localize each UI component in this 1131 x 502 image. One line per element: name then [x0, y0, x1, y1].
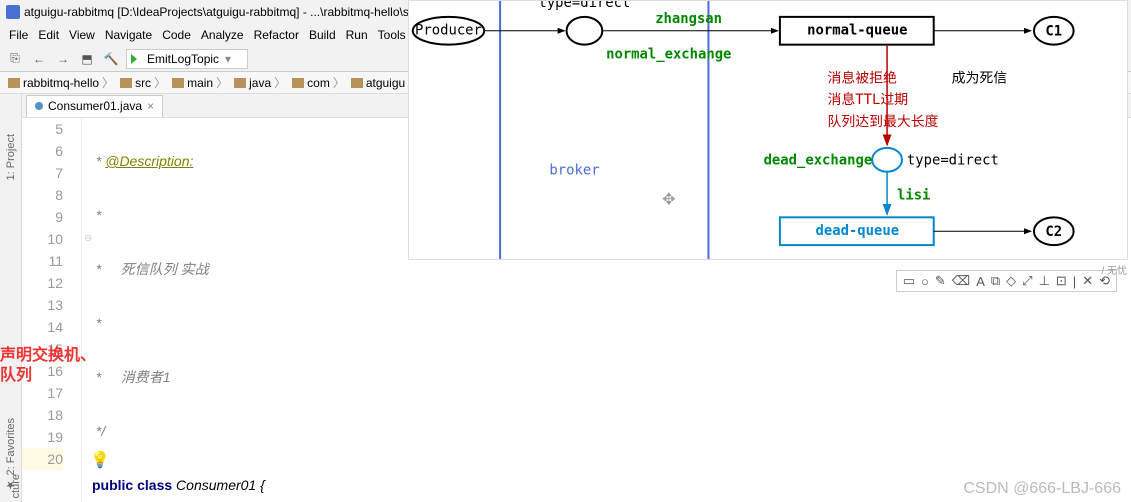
tool-copy-icon[interactable]: ⧉ [991, 273, 1000, 289]
menu-tools[interactable]: Tools [373, 26, 411, 44]
watermark: CSDN @666-LBJ-666 [963, 480, 1121, 498]
folder-icon [292, 78, 304, 88]
tool-sep: | [1073, 274, 1076, 289]
svg-text:type=direct: type=direct [907, 153, 999, 169]
menu-code[interactable]: Code [157, 26, 196, 44]
svg-text:type=direct: type=direct [538, 1, 630, 11]
app-icon [6, 5, 20, 19]
diagram-toolbar: ▭ ○ ✎ ⌫ A ⧉ ◇ ⤢ ⊥ ⊡ | ✕ ⟲ [896, 270, 1117, 292]
build-icon[interactable]: 🔨 [102, 50, 120, 68]
forward-icon[interactable]: → [54, 50, 72, 68]
menu-analyze[interactable]: Analyze [196, 26, 249, 44]
file-tab[interactable]: Consumer01.java × [26, 95, 163, 117]
tool-down-icon[interactable]: ⊥ [1039, 273, 1050, 289]
tool-text-icon[interactable]: A [976, 274, 985, 289]
breadcrumb-item[interactable]: main〉 [170, 74, 230, 91]
svg-text:队列达到最大长度: 队列达到最大长度 [828, 114, 939, 130]
svg-text:dead-queue: dead-queue [816, 223, 900, 239]
intention-bulb-icon[interactable]: 💡 [90, 450, 110, 470]
line-gutter: 5678 9101112 13141516 17181920 [22, 118, 82, 502]
tool-shape-icon[interactable]: ◇ [1006, 273, 1016, 289]
folder-icon [8, 78, 20, 88]
tab-structure[interactable]: cture [0, 470, 22, 502]
svg-text:lisi: lisi [897, 187, 930, 203]
svg-text:✥: ✥ [662, 191, 675, 208]
tool-pen-icon[interactable]: ✎ [935, 273, 946, 289]
fold-icon[interactable]: ⊖ [84, 233, 92, 244]
tool-grid-icon[interactable]: ⊡ [1056, 273, 1067, 289]
folder-icon [172, 78, 184, 88]
svg-text:normal_exchange: normal_exchange [606, 47, 731, 63]
breadcrumb-item[interactable]: com〉 [290, 74, 347, 91]
java-class-icon [35, 102, 43, 110]
stop-icon[interactable]: ⬒ [78, 50, 96, 68]
svg-text:broker: broker [549, 163, 599, 179]
diagram-producer: Producer [415, 23, 482, 39]
annotation-overlay: 声明交换机、 队列 [0, 346, 96, 386]
svg-text:C1: C1 [1045, 24, 1062, 40]
file-tab-label: Consumer01.java [48, 99, 142, 113]
tool-close-icon[interactable]: ✕ [1082, 273, 1093, 289]
svg-text:C2: C2 [1045, 224, 1062, 240]
breadcrumb-item[interactable]: java〉 [232, 74, 288, 91]
svg-text:成为死信: 成为死信 [952, 70, 1008, 86]
menu-edit[interactable]: Edit [33, 26, 64, 44]
rabbitmq-diagram: Producer type=direct zhangsan normal-que… [408, 0, 1128, 260]
run-config-dropdown[interactable]: EmitLogTopic ▾ [126, 49, 248, 69]
svg-text:dead_exchange: dead_exchange [764, 153, 873, 169]
breadcrumb-item[interactable]: rabbitmq-hello〉 [6, 74, 116, 91]
menu-refactor[interactable]: Refactor [249, 26, 304, 44]
left-toolwindow-bar: 1: Project ★ 2: Favorites [0, 94, 22, 502]
svg-text:normal-queue: normal-queue [807, 23, 907, 39]
watermark-small: / 无忧 [1101, 262, 1127, 277]
tool-erase-icon[interactable]: ⌫ [952, 273, 970, 289]
folder-icon [120, 78, 132, 88]
menu-build[interactable]: Build [304, 26, 341, 44]
menu-view[interactable]: View [64, 26, 100, 44]
tool-circle-icon[interactable]: ○ [921, 274, 929, 289]
folder-icon [351, 78, 363, 88]
close-icon[interactable]: × [147, 99, 154, 113]
tab-project[interactable]: 1: Project [5, 134, 17, 180]
menu-file[interactable]: File [4, 26, 33, 44]
breadcrumb-item[interactable]: src〉 [118, 74, 168, 91]
open-icon[interactable]: ⎘ [6, 50, 24, 68]
menu-run[interactable]: Run [341, 26, 373, 44]
tool-move-icon[interactable]: ⤢ [1022, 273, 1032, 289]
menu-navigate[interactable]: Navigate [100, 26, 157, 44]
svg-text:zhangsan: zhangsan [655, 11, 722, 27]
folder-icon [234, 78, 246, 88]
back-icon[interactable]: ← [30, 50, 48, 68]
svg-text:消息TTL过期: 消息TTL过期 [828, 91, 909, 108]
tool-rect-icon[interactable]: ▭ [903, 273, 915, 289]
